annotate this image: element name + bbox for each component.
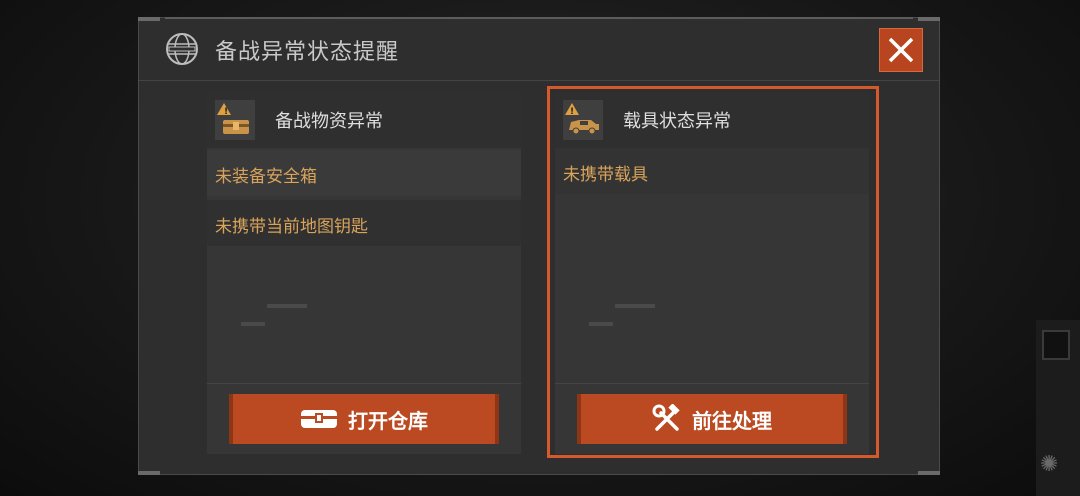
dialog-title: 备战异常状态提醒 — [215, 40, 400, 65]
weather-sun-icon: ✺ — [1040, 452, 1059, 477]
list-item: 未携带当前地图钥匙 — [207, 200, 521, 246]
panel-title: 备战物资异常 — [275, 111, 383, 132]
warning-item-text: 未装备安全箱 — [215, 167, 317, 187]
panel-header: ! 备战物资异常 — [207, 92, 521, 148]
supply-crate-icon: ! — [215, 100, 255, 140]
panel-footer: 打开仓库 — [207, 383, 521, 454]
list-item: 未装备安全箱 — [207, 150, 521, 196]
panel-header: ! 载具状态异常 — [555, 92, 869, 148]
warning-item-text: 未携带载具 — [563, 165, 648, 185]
vehicle-icon: ! — [563, 100, 603, 140]
panel-title: 载具状态异常 — [623, 111, 731, 132]
dialog-header: 备战异常状态提醒 — [139, 18, 939, 81]
warning-item-text: 未携带当前地图钥匙 — [215, 217, 368, 237]
go-handle-button[interactable]: 前往处理 — [577, 394, 847, 444]
list-item: 未携带载具 — [555, 148, 869, 194]
panel-footer: 前往处理 — [555, 383, 869, 454]
corner-decoration — [138, 471, 160, 475]
open-warehouse-button[interactable]: 打开仓库 — [229, 394, 499, 444]
close-icon — [888, 37, 914, 63]
vehicle-warning-panel: ! 载具状态异常 未携带载具 前往处理 — [555, 92, 869, 454]
decorative-line — [267, 304, 307, 308]
supplies-warning-panel: ! 备战物资异常 未装备安全箱 未携带当前地图钥匙 打开仓库 — [207, 92, 521, 454]
button-label: 前往处理 — [692, 408, 772, 433]
svg-text:!: ! — [224, 107, 228, 117]
background-square — [1042, 330, 1070, 360]
prep-warning-dialog: 备战异常状态提醒 ! 备战物资异常 未装备安全箱 未携带当前地图钥匙 打开仓库 … — [138, 17, 940, 475]
chest-icon — [301, 410, 337, 428]
globe-icon — [166, 33, 198, 65]
decorative-line — [241, 322, 265, 326]
decorative-line — [615, 304, 655, 308]
decorative-line — [589, 322, 613, 326]
close-button[interactable] — [879, 28, 923, 72]
button-label: 打开仓库 — [348, 408, 428, 433]
svg-text:!: ! — [570, 107, 574, 117]
wrench-hammer-icon — [652, 404, 680, 431]
corner-decoration — [918, 471, 940, 475]
